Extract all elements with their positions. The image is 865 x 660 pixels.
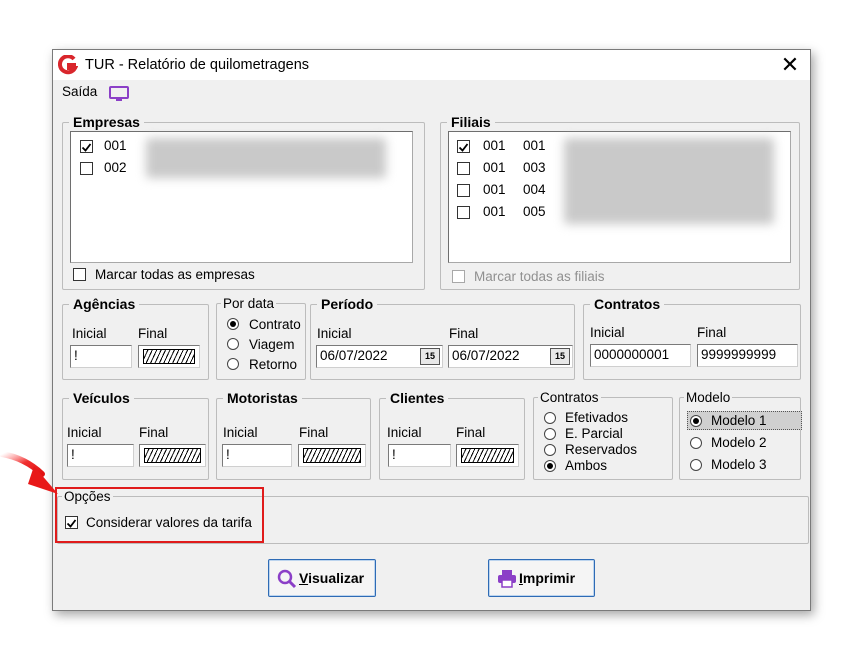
filial-code1: 001 (483, 138, 506, 153)
marcar-todas-empresas-checkbox[interactable] (73, 268, 86, 281)
filial-code1: 001 (483, 182, 506, 197)
monitor-icon[interactable] (109, 86, 129, 102)
modelo-1-label: Modelo 1 (711, 413, 767, 428)
filiais-legend: Filiais (451, 114, 491, 130)
filial-checkbox[interactable] (457, 184, 470, 197)
por-data-retorno-label: Retorno (249, 357, 298, 372)
empresas-list[interactable]: 001 002 (70, 131, 413, 263)
filial-code2: 004 (523, 182, 546, 197)
periodo-final-label: Final (449, 326, 479, 341)
por-data-contrato-label: Contrato (249, 317, 301, 332)
contratos-ambos-label: Ambos (565, 458, 608, 473)
contratos-filtro-legend: Contratos (540, 390, 599, 405)
por-data-retorno-radio[interactable] (227, 358, 239, 370)
empresa-checkbox[interactable] (80, 140, 93, 153)
motoristas-legend: Motoristas (227, 390, 298, 406)
calendar-icon[interactable]: 15 (420, 348, 440, 365)
marcar-todas-filiais-checkbox (452, 270, 465, 283)
veiculos-final-label: Final (139, 425, 169, 440)
contratos-parcial-label: E. Parcial (565, 426, 623, 441)
veiculos-legend: Veículos (73, 390, 130, 406)
contratos-efetivados-radio[interactable] (544, 412, 556, 424)
filial-code2: 005 (523, 204, 546, 219)
contratos-reservados-radio[interactable] (544, 444, 556, 456)
por-data-viagem-radio[interactable] (227, 338, 239, 350)
motoristas-final-input[interactable] (298, 444, 366, 467)
motoristas-inicial-input[interactable]: ! (222, 444, 292, 467)
contratos-efetivados-label: Efetivados (565, 410, 629, 425)
annotation-arrow-icon (0, 451, 58, 494)
empresa-checkbox[interactable] (80, 162, 93, 175)
calendar-icon[interactable]: 15 (550, 348, 570, 365)
search-icon (277, 569, 297, 589)
contratos-final-input[interactable]: 9999999999 (697, 344, 798, 367)
veiculos-inicial-label: Inicial (67, 425, 102, 440)
contratos-inicial-label: Inicial (590, 325, 625, 340)
modelo-2-label: Modelo 2 (711, 435, 767, 450)
periodo-final-input[interactable]: 06/07/2022 15 (448, 345, 573, 368)
empresa-code: 002 (104, 160, 127, 175)
periodo-inicial-value: 06/07/2022 (320, 348, 388, 363)
app-logo-icon (58, 55, 78, 75)
agencias-final-label: Final (138, 326, 168, 341)
motoristas-final-label: Final (299, 425, 329, 440)
modelo-2-radio[interactable] (690, 437, 702, 449)
modelo-1-radio[interactable] (690, 415, 702, 427)
menu-saida[interactable]: Saída (62, 84, 97, 99)
modelo-legend: Modelo (686, 390, 731, 405)
redacted-filial-names (564, 138, 774, 224)
contratos-ambos-radio[interactable] (544, 460, 556, 472)
periodo-inicial-label: Inicial (317, 326, 352, 341)
agencias-inicial-input[interactable]: ! (70, 345, 132, 368)
modelo-3-radio[interactable] (690, 459, 702, 471)
agencias-legend: Agências (73, 296, 136, 312)
clientes-final-input[interactable] (456, 444, 519, 467)
contratos-inicial-input[interactable]: 0000000001 (590, 344, 691, 367)
por-data-legend: Por data (223, 296, 275, 311)
periodo-inicial-input[interactable]: 06/07/2022 15 (316, 345, 443, 368)
filial-code1: 001 (483, 204, 506, 219)
veiculos-final-input[interactable] (139, 444, 206, 467)
window-title: TUR - Relatório de quilometragens (85, 57, 310, 73)
visualizar-label: Visualizar (299, 570, 365, 586)
filial-checkbox[interactable] (457, 206, 470, 219)
clientes-legend: Clientes (390, 390, 445, 406)
periodo-legend: Período (321, 296, 374, 312)
empresas-legend: Empresas (73, 114, 140, 130)
por-data-contrato-radio[interactable] (227, 318, 239, 330)
filial-checkbox[interactable] (457, 140, 470, 153)
motoristas-inicial-label: Inicial (223, 425, 258, 440)
filiais-list[interactable]: 001 001 001 003 001 004 001 005 (448, 131, 791, 263)
empresa-code: 001 (104, 138, 127, 153)
visualizar-button[interactable]: Visualizar (268, 559, 376, 597)
marcar-todas-filiais-label: Marcar todas as filiais (474, 269, 605, 284)
filial-code2: 003 (523, 160, 546, 175)
filial-code1: 001 (483, 160, 506, 175)
periodo-final-value: 06/07/2022 (452, 348, 520, 363)
contratos-reservados-label: Reservados (565, 442, 638, 457)
contratos-legend: Contratos (594, 296, 661, 312)
marcar-todas-empresas-label: Marcar todas as empresas (95, 267, 255, 282)
clientes-inicial-label: Inicial (387, 425, 422, 440)
annotation-highlight-box (55, 487, 264, 543)
veiculos-inicial-input[interactable]: ! (67, 444, 134, 467)
contratos-final-label: Final (697, 325, 727, 340)
agencias-inicial-label: Inicial (72, 326, 107, 341)
clientes-inicial-input[interactable]: ! (388, 444, 451, 467)
imprimir-button[interactable]: Imprimir (488, 559, 595, 597)
clientes-final-label: Final (456, 425, 486, 440)
imprimir-label: Imprimir (519, 570, 576, 586)
title-bar: TUR - Relatório de quilometragens ✕ (53, 50, 810, 80)
filial-code2: 001 (523, 138, 546, 153)
por-data-viagem-label: Viagem (249, 337, 295, 352)
modelo-3-label: Modelo 3 (711, 457, 767, 472)
printer-icon (498, 570, 516, 588)
redacted-empresa-names (146, 138, 386, 178)
agencias-final-input[interactable] (138, 345, 200, 368)
contratos-parcial-radio[interactable] (544, 428, 556, 440)
filial-checkbox[interactable] (457, 162, 470, 175)
close-icon[interactable]: ✕ (778, 52, 802, 78)
